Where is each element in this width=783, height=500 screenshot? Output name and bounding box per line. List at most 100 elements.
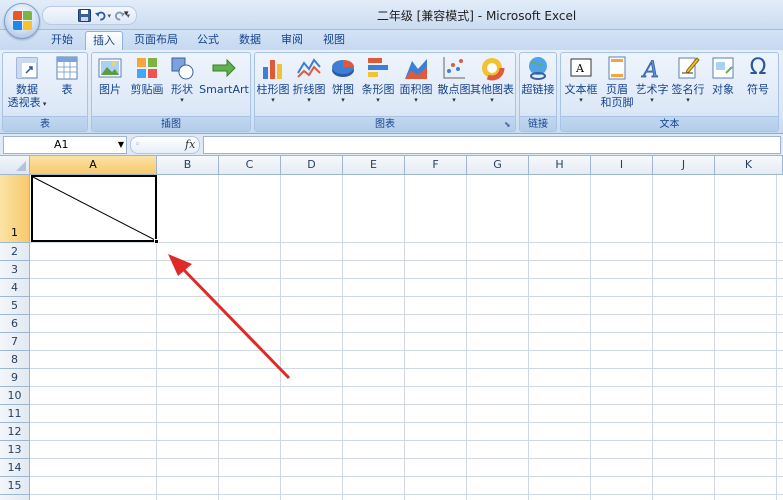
- tab-formulas[interactable]: 公式: [190, 31, 226, 50]
- bar-chart-dropdown-icon: ▾: [376, 96, 380, 104]
- bar-chart-button[interactable]: 条形图 ▾: [360, 55, 396, 105]
- column-header-g[interactable]: G: [467, 156, 529, 175]
- svg-text:A: A: [641, 58, 659, 81]
- gridline: [30, 332, 783, 333]
- row-header-3[interactable]: 3: [0, 261, 30, 279]
- worksheet-grid[interactable]: A B C D E F G H I J K 1 2 3 4 5 6 7 8 9 …: [0, 156, 783, 500]
- gridline: [30, 278, 783, 279]
- row-header-2[interactable]: 2: [0, 243, 30, 261]
- select-all-button[interactable]: [0, 156, 30, 175]
- gridline: [30, 422, 783, 423]
- table-label: 表: [61, 83, 73, 96]
- group-label-charts: 图表: [255, 116, 515, 131]
- pie-chart-button[interactable]: 饼图 ▾: [328, 55, 358, 105]
- row-header-11[interactable]: 11: [0, 405, 30, 423]
- charts-dialog-launcher-icon[interactable]: ⬊: [504, 120, 513, 129]
- table-button[interactable]: 表: [51, 55, 83, 96]
- formula-bar: A1 ▼ ◦ fx: [0, 134, 783, 156]
- column-header-e[interactable]: E: [343, 156, 405, 175]
- gridline: [30, 494, 783, 495]
- gridline: [528, 175, 529, 500]
- gridline: [404, 175, 405, 500]
- signature-line-button[interactable]: 签名行 ▾: [670, 55, 706, 105]
- column-header-h[interactable]: H: [529, 156, 591, 175]
- header-footer-button[interactable]: 页眉 和页脚: [600, 55, 634, 109]
- textbox-button[interactable]: A 文本框 ▾: [562, 55, 600, 105]
- hyperlink-button[interactable]: 超链接: [520, 55, 556, 96]
- column-header-k[interactable]: K: [715, 156, 783, 175]
- object-button[interactable]: 对象: [707, 55, 739, 96]
- row-header-7[interactable]: 7: [0, 333, 30, 351]
- ribbon: 数据 透视表 ▾ 表 表 图片 剪贴画 形状 ▾ SmartArt 插图 柱形图…: [0, 50, 783, 134]
- cell-a1[interactable]: [31, 175, 157, 242]
- office-logo-icon: [13, 11, 33, 31]
- column-header-j[interactable]: J: [653, 156, 715, 175]
- tab-insert[interactable]: 插入: [85, 31, 123, 50]
- gridline: [218, 175, 219, 500]
- gridline: [776, 175, 777, 500]
- object-label: 对象: [712, 83, 734, 96]
- column-header-i[interactable]: I: [591, 156, 653, 175]
- row-header-15[interactable]: 15: [0, 477, 30, 495]
- row-header-4[interactable]: 4: [0, 279, 30, 297]
- column-chart-button[interactable]: 柱形图 ▾: [256, 55, 290, 105]
- column-header-a[interactable]: A: [30, 156, 157, 175]
- row-header-14[interactable]: 14: [0, 459, 30, 477]
- other-charts-button[interactable]: 其他图表 ▾: [469, 55, 515, 105]
- column-header-d[interactable]: D: [281, 156, 343, 175]
- clipart-label: 剪贴画: [130, 83, 164, 96]
- row-header-6[interactable]: 6: [0, 315, 30, 333]
- smartart-button[interactable]: SmartArt: [198, 55, 250, 96]
- tab-home[interactable]: 开始: [43, 31, 81, 50]
- formula-input[interactable]: [203, 136, 781, 154]
- picture-button[interactable]: 图片: [94, 55, 126, 96]
- omega-symbol-icon: Ω: [749, 55, 767, 80]
- gridline: [30, 368, 783, 369]
- column-header-c[interactable]: C: [219, 156, 281, 175]
- row-header-12[interactable]: 12: [0, 423, 30, 441]
- row-header-1[interactable]: 1: [0, 175, 30, 243]
- tab-page-layout[interactable]: 页面布局: [128, 31, 184, 50]
- area-chart-dropdown-icon: ▾: [414, 96, 418, 104]
- pie-chart-dropdown-icon: ▾: [341, 96, 345, 104]
- pivot-table-button[interactable]: 数据 透视表 ▾: [7, 55, 47, 111]
- line-chart-button[interactable]: 折线图 ▾: [292, 55, 326, 105]
- svg-text:A: A: [575, 62, 585, 75]
- name-box[interactable]: A1 ▼: [3, 136, 127, 154]
- area-chart-icon: [403, 55, 429, 81]
- gridline: [280, 175, 281, 500]
- other-charts-label: 其他图表: [470, 83, 514, 96]
- group-links: 超链接 链接: [519, 52, 557, 132]
- tab-review[interactable]: 审阅: [274, 31, 310, 50]
- office-button[interactable]: [4, 3, 40, 39]
- row-header-10[interactable]: 10: [0, 387, 30, 405]
- column-chart-icon: [260, 55, 286, 81]
- group-tables: 数据 透视表 ▾ 表 表: [2, 52, 88, 132]
- tab-data[interactable]: 数据: [232, 31, 268, 50]
- wordart-button[interactable]: A 艺术字 ▾: [635, 55, 669, 105]
- tab-view[interactable]: 视图: [316, 31, 352, 50]
- insert-function-button[interactable]: fx: [185, 138, 195, 151]
- object-icon: [710, 55, 736, 81]
- gridline: [30, 314, 783, 315]
- row-header-8[interactable]: 8: [0, 351, 30, 369]
- area-chart-button[interactable]: 面积图 ▾: [398, 55, 434, 105]
- name-box-dropdown-icon[interactable]: ▼: [118, 137, 124, 153]
- row-header-9[interactable]: 9: [0, 369, 30, 387]
- ribbon-tabs: 开始 插入 页面布局 公式 数据 审阅 视图: [0, 30, 783, 50]
- area-chart-label: 面积图: [399, 83, 433, 96]
- clipart-button[interactable]: 剪贴画: [128, 55, 166, 96]
- row-header-16-partial[interactable]: [0, 495, 30, 500]
- column-header-b[interactable]: B: [157, 156, 219, 175]
- scatter-chart-button[interactable]: 散点图 ▾: [436, 55, 472, 105]
- row-header-13[interactable]: 13: [0, 441, 30, 459]
- smartart-icon: [211, 55, 237, 81]
- row-header-5[interactable]: 5: [0, 297, 30, 315]
- picture-icon: [97, 55, 123, 81]
- symbol-button[interactable]: Ω 符号: [741, 55, 775, 96]
- shapes-button[interactable]: 形状 ▾: [168, 55, 196, 105]
- textbox-dropdown-icon: ▾: [579, 96, 583, 104]
- column-header-f[interactable]: F: [405, 156, 467, 175]
- fill-handle[interactable]: [154, 239, 159, 244]
- line-chart-icon: [296, 55, 322, 81]
